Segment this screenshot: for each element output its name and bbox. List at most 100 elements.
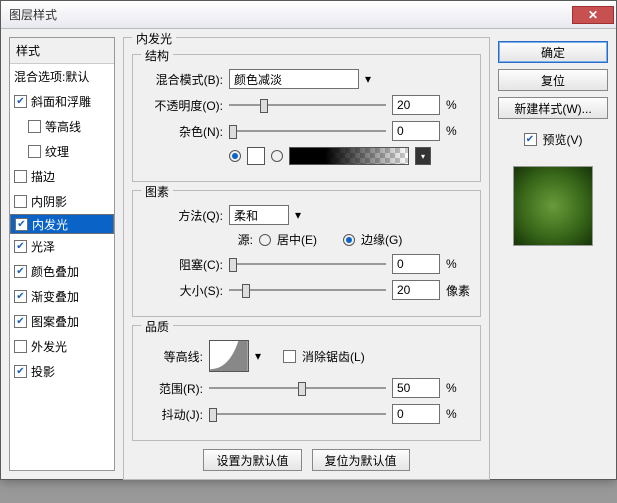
choke-label: 阻塞(C): [143, 256, 223, 273]
antialias-checkbox[interactable] [283, 350, 296, 363]
style-item-11[interactable]: 投影 [10, 359, 114, 384]
action-panel: 确定 复位 新建样式(W)... 预览(V) [498, 37, 608, 471]
noise-slider[interactable] [229, 123, 386, 139]
ok-button[interactable]: 确定 [498, 41, 608, 63]
source-center-radio[interactable] [259, 234, 271, 246]
structure-group: 结构 混合模式(B): 颜色减淡 ▾ 不透明度(O): % [132, 54, 481, 182]
style-item-checkbox[interactable] [28, 145, 41, 158]
style-item-checkbox[interactable] [14, 290, 27, 303]
style-item-checkbox[interactable] [14, 240, 27, 253]
cancel-button[interactable]: 复位 [498, 69, 608, 91]
range-slider[interactable] [209, 380, 386, 396]
style-item-label: 图案叠加 [31, 313, 79, 330]
elements-title: 图素 [141, 183, 173, 200]
elements-group: 图素 方法(Q): 柔和 ▾ 源: 居中(E) 边缘(G) [132, 190, 481, 317]
chevron-down-icon: ▾ [295, 208, 301, 222]
style-item-label: 投影 [31, 363, 55, 380]
size-unit: 像素 [446, 282, 470, 299]
color-swatch[interactable] [247, 147, 265, 165]
blend-options-row[interactable]: 混合选项:默认 [10, 64, 114, 89]
style-item-label: 等高线 [45, 118, 81, 135]
style-item-1[interactable]: 等高线 [10, 114, 114, 139]
size-field[interactable] [392, 280, 440, 300]
source-label: 源: [143, 231, 253, 248]
style-item-9[interactable]: 图案叠加 [10, 309, 114, 334]
style-item-checkbox[interactable] [14, 265, 27, 278]
choke-slider[interactable] [229, 256, 386, 272]
range-label: 范围(R): [143, 380, 203, 397]
range-field[interactable] [392, 378, 440, 398]
style-item-checkbox[interactable] [14, 95, 27, 108]
opacity-field[interactable] [392, 95, 440, 115]
structure-title: 结构 [141, 47, 173, 64]
style-item-2[interactable]: 纹理 [10, 139, 114, 164]
panel-title: 内发光 [132, 30, 176, 47]
new-style-button[interactable]: 新建样式(W)... [498, 97, 608, 119]
noise-field[interactable] [392, 121, 440, 141]
style-item-checkbox[interactable] [14, 340, 27, 353]
style-item-10[interactable]: 外发光 [10, 334, 114, 359]
opacity-unit: % [446, 98, 470, 112]
source-edge-radio[interactable] [343, 234, 355, 246]
size-slider[interactable] [229, 282, 386, 298]
chevron-down-icon: ▾ [365, 72, 371, 86]
source-edge-label: 边缘(G) [361, 231, 402, 248]
contour-label: 等高线: [143, 348, 203, 365]
blend-options-label: 混合选项:默认 [14, 68, 89, 85]
blend-mode-select[interactable]: 颜色减淡 [229, 69, 359, 89]
chevron-down-icon: ▾ [255, 349, 261, 363]
dialog-title: 图层样式 [9, 6, 572, 23]
quality-title: 品质 [141, 318, 173, 335]
style-item-checkbox[interactable] [14, 195, 27, 208]
style-item-checkbox[interactable] [14, 365, 27, 378]
style-item-checkbox[interactable] [28, 120, 41, 133]
blend-mode-label: 混合模式(B): [143, 71, 223, 88]
style-item-label: 内发光 [32, 216, 68, 233]
gradient-picker[interactable] [289, 147, 409, 165]
style-item-4[interactable]: 内阴影 [10, 189, 114, 214]
close-button[interactable]: ✕ [572, 6, 614, 24]
style-item-label: 渐变叠加 [31, 288, 79, 305]
opacity-slider[interactable] [229, 97, 386, 113]
style-item-0[interactable]: 斜面和浮雕 [10, 89, 114, 114]
titlebar: 图层样式 ✕ [1, 1, 616, 29]
range-unit: % [446, 381, 470, 395]
make-default-button[interactable]: 设置为默认值 [203, 449, 301, 471]
style-item-7[interactable]: 颜色叠加 [10, 259, 114, 284]
contour-picker[interactable] [209, 340, 249, 372]
close-icon: ✕ [588, 8, 598, 22]
gradient-dropdown[interactable]: ▾ [415, 147, 431, 165]
opacity-label: 不透明度(O): [143, 97, 223, 114]
style-list-header: 样式 [10, 38, 114, 64]
jitter-slider[interactable] [209, 406, 386, 422]
noise-unit: % [446, 124, 470, 138]
antialias-label: 消除锯齿(L) [302, 348, 365, 365]
style-list: 样式 混合选项:默认 斜面和浮雕等高线纹理描边内阴影内发光光泽颜色叠加渐变叠加图… [9, 37, 115, 471]
jitter-unit: % [446, 407, 470, 421]
preview-label: 预览(V) [543, 131, 583, 148]
choke-unit: % [446, 257, 470, 271]
jitter-label: 抖动(J): [143, 406, 203, 423]
preview-checkbox[interactable] [524, 133, 537, 146]
style-item-label: 光泽 [31, 238, 55, 255]
technique-label: 方法(Q): [143, 207, 223, 224]
choke-field[interactable] [392, 254, 440, 274]
style-item-checkbox[interactable] [15, 218, 28, 231]
style-item-label: 纹理 [45, 143, 69, 160]
color-radio[interactable] [229, 150, 241, 162]
style-item-checkbox[interactable] [14, 315, 27, 328]
style-item-label: 描边 [31, 168, 55, 185]
style-item-8[interactable]: 渐变叠加 [10, 284, 114, 309]
style-item-label: 内阴影 [31, 193, 67, 210]
technique-select[interactable]: 柔和 [229, 205, 289, 225]
noise-label: 杂色(N): [143, 123, 223, 140]
jitter-field[interactable] [392, 404, 440, 424]
style-item-6[interactable]: 光泽 [10, 234, 114, 259]
reset-default-button[interactable]: 复位为默认值 [312, 449, 410, 471]
style-item-label: 外发光 [31, 338, 67, 355]
style-item-5[interactable]: 内发光 [10, 214, 114, 234]
gradient-radio[interactable] [271, 150, 283, 162]
size-label: 大小(S): [143, 282, 223, 299]
style-item-3[interactable]: 描边 [10, 164, 114, 189]
style-item-checkbox[interactable] [14, 170, 27, 183]
